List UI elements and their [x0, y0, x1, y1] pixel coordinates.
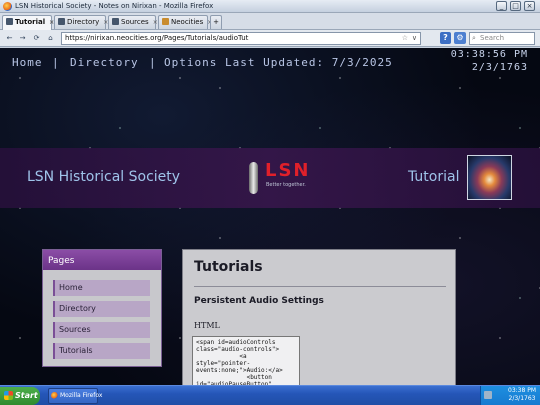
page-title: Tutorials	[194, 259, 263, 275]
nav-separator: |	[52, 56, 60, 69]
window-title: LSN Historical Society - Notes on Nirixa…	[15, 2, 214, 10]
help-button[interactable]: ?	[440, 32, 451, 44]
nav-separator: |	[149, 56, 157, 69]
tab-label: Tutorial	[15, 18, 46, 26]
sidebar-item-sources[interactable]: Sources	[53, 322, 150, 338]
galaxy-thumbnail	[467, 155, 512, 200]
neocities-icon	[162, 18, 169, 25]
page-icon	[6, 18, 13, 25]
nav-toolbar: ← → ⟳ ⌂ https://nirixan.neocities.org/Pa…	[0, 30, 540, 47]
forward-button[interactable]: →	[17, 32, 28, 44]
url-text: https://nirixan.neocities.org/Pages/Tuto…	[65, 34, 249, 42]
tray-time: 03:38 PM	[508, 387, 536, 394]
tab-sources[interactable]: Sources ×	[108, 15, 158, 29]
banner-page-name: Tutorial	[408, 169, 460, 185]
section-heading: Persistent Audio Settings	[194, 296, 324, 306]
gear-icon[interactable]: ⚙	[454, 32, 466, 44]
window-titlebar: LSN Historical Society - Notes on Nirixa…	[0, 0, 540, 13]
url-bar[interactable]: https://nirixan.neocities.org/Pages/Tuto…	[61, 32, 421, 45]
last-updated: Last Updated: 7/3/2025	[225, 56, 393, 69]
lsn-logo: LSN Better together.	[249, 160, 319, 196]
tab-label: Sources	[121, 18, 149, 26]
close-window-button[interactable]: ×	[524, 1, 535, 11]
tab-label: Neocities	[171, 18, 204, 26]
logo-tagline: Better together.	[266, 182, 306, 188]
sidebar-item-tutorials[interactable]: Tutorials	[53, 343, 150, 359]
firefox-icon	[51, 392, 58, 399]
url-dropdown-icon[interactable]: ∨	[412, 33, 417, 44]
start-button[interactable]: Start	[0, 387, 40, 405]
system-tray: 03:38 PM 2/3/1763	[480, 386, 540, 405]
nav-link-options[interactable]: Options	[164, 56, 217, 69]
divider	[194, 286, 446, 287]
search-icon: ⌕	[472, 34, 476, 42]
taskbar-task-label: Mozilla Firefox	[60, 392, 103, 399]
tab-directory[interactable]: Directory ×	[54, 15, 108, 29]
nav-link-directory[interactable]: Directory	[70, 56, 139, 69]
tray-icon[interactable]	[484, 391, 492, 399]
site-banner: LSN Historical Society LSN Better togeth…	[0, 148, 540, 208]
back-button[interactable]: ←	[4, 32, 15, 44]
tab-label: Directory	[67, 18, 100, 26]
sidebar-item-directory[interactable]: Directory	[53, 301, 150, 317]
nav-link-home[interactable]: Home	[12, 56, 43, 69]
firefox-icon	[3, 2, 12, 11]
tab-neocities[interactable]: Neocities×	[158, 15, 212, 29]
pages-sidebar: Pages Home Directory Sources Tutorials	[42, 249, 162, 367]
site-clock: 03:38:56 PM 2/3/1763	[451, 48, 528, 74]
search-input[interactable]: ⌕ Search	[469, 32, 535, 45]
web-page: Home | Directory | Options Last Updated:…	[0, 48, 540, 385]
home-button[interactable]: ⌂	[45, 32, 56, 44]
tab-tutorial[interactable]: Tutorial ×	[2, 15, 54, 30]
new-tab-button[interactable]: +	[210, 15, 222, 29]
taskbar-firefox-button[interactable]: Mozilla Firefox	[48, 388, 102, 404]
start-label: Start	[15, 391, 38, 400]
site-brand-title: LSN Historical Society	[27, 169, 181, 185]
maximize-button[interactable]: □	[510, 1, 521, 11]
clock-date: 2/3/1763	[471, 62, 528, 73]
minimize-button[interactable]: _	[496, 1, 507, 11]
windows-logo-icon	[4, 391, 13, 400]
sidebar-heading: Pages	[43, 250, 161, 270]
close-tab-icon[interactable]: ×	[153, 19, 158, 26]
search-placeholder: Search	[480, 34, 505, 42]
tray-clock[interactable]: 03:38 PM 2/3/1763	[508, 387, 536, 403]
clock-time: 03:38:56 PM	[450, 49, 528, 60]
bookmark-star-icon[interactable]: ☆	[402, 33, 408, 44]
code-block[interactable]: <span id=audioControls class="audio-cont…	[192, 336, 300, 385]
capsule-icon	[249, 162, 258, 194]
sidebar-item-home[interactable]: Home	[53, 280, 150, 296]
reload-button[interactable]: ⟳	[31, 32, 42, 44]
tutorial-content: Tutorials Persistent Audio Settings HTML…	[182, 249, 456, 385]
tray-date: 2/3/1763	[508, 395, 536, 402]
taskbar: Start Mozilla Firefox 03:38 PM 2/3/1763	[0, 385, 540, 405]
page-icon	[58, 18, 65, 25]
tab-bar: Tutorial× Directory× Sources × Neocities×…	[0, 13, 540, 30]
page-icon	[112, 18, 119, 25]
logo-wordmark: LSN	[265, 160, 311, 181]
code-language-label: HTML	[194, 321, 220, 330]
